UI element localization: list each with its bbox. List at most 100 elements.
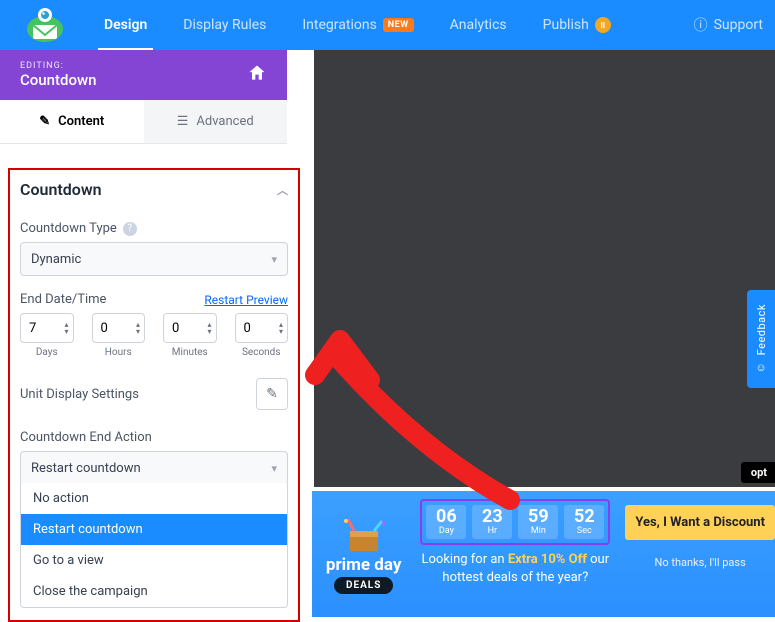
end-date-label: End Date/Time: [20, 292, 106, 307]
stepper-label: Minutes: [172, 347, 208, 358]
end-action-dropdown: No action Restart countdown Go to a view…: [20, 483, 288, 608]
prime-day-text: prime day: [326, 555, 402, 575]
nav-tabs: Design Display Rules Integrations NEW Ana…: [86, 0, 629, 50]
label-text: Countdown Type: [20, 221, 117, 236]
sliders-icon: ☰: [177, 114, 189, 129]
opt-badge: opt: [741, 462, 775, 483]
tab-design[interactable]: Design: [86, 0, 165, 50]
timer-sec: 52Sec: [564, 505, 604, 539]
date-steppers: 7 ▴▾ Days 0 ▴▾ Hours 0 ▴▾ Minutes 0 ▴▾ Secon…: [20, 313, 288, 358]
countdown-timer: 06Day 23Hr 59Min 52Sec: [420, 499, 610, 545]
spinner-arrows-icon[interactable]: ▴▾: [207, 321, 211, 335]
option-restart-countdown[interactable]: Restart countdown: [21, 514, 287, 545]
countdown-type-select[interactable]: Dynamic ▾: [20, 242, 288, 276]
sidetab-label: Content: [58, 114, 104, 129]
tab-label: Display Rules: [183, 17, 266, 33]
timer-label: Min: [518, 526, 558, 536]
promo-line1: Looking for an: [422, 552, 508, 567]
timer-label: Sec: [564, 526, 604, 536]
days-stepper[interactable]: 7 ▴▾ Days: [20, 313, 74, 358]
panel-header[interactable]: Countdown ︿: [20, 180, 288, 207]
side-tabs: ✎ Content ☰ Advanced: [0, 100, 287, 144]
sidetab-advanced[interactable]: ☰ Advanced: [144, 100, 288, 143]
countdown-panel: Countdown ︿ Countdown Type ? Dynamic ▾ E…: [8, 168, 300, 622]
feedback-label: Feedback: [755, 304, 768, 355]
stepper-label: Seconds: [242, 347, 281, 358]
tab-integrations[interactable]: Integrations NEW: [284, 0, 431, 50]
timer-value: 06: [426, 508, 466, 526]
timer-value: 59: [518, 508, 558, 526]
tab-label: Publish: [543, 17, 589, 33]
help-icon[interactable]: ?: [123, 222, 137, 236]
unit-display-label: Unit Display Settings: [20, 387, 139, 402]
chevron-down-icon: ▾: [271, 253, 277, 266]
restart-preview-link[interactable]: Restart Preview: [204, 293, 288, 307]
pause-badge-icon: II: [595, 17, 611, 33]
tab-analytics[interactable]: Analytics: [432, 0, 525, 50]
end-action-label: Countdown End Action: [20, 430, 288, 445]
promo-highlight: Extra 10% Off: [508, 552, 587, 567]
stepper-label: Hours: [105, 347, 132, 358]
stepper-value: 0: [101, 321, 108, 336]
timer-label: Day: [426, 526, 466, 536]
timer-value: 52: [564, 508, 604, 526]
sidetab-label: Advanced: [196, 114, 253, 129]
chat-icon: ☺: [755, 361, 766, 374]
tab-display-rules[interactable]: Display Rules: [165, 0, 284, 50]
promo-bar: prime day DEALS 06Day 23Hr 59Min 52Sec L…: [312, 491, 775, 617]
seconds-stepper[interactable]: 0 ▴▾ Seconds: [235, 313, 289, 358]
select-value: Dynamic: [31, 252, 81, 267]
timer-label: Hr: [472, 526, 512, 536]
feedback-tab[interactable]: Feedback ☺: [747, 290, 775, 388]
deals-pill: DEALS: [334, 577, 393, 594]
end-action-select[interactable]: Restart countdown ▾: [20, 451, 288, 485]
cta-button[interactable]: Yes, I Want a Discount: [625, 505, 775, 540]
timer-hr: 23Hr: [472, 505, 512, 539]
stepper-value: 0: [244, 321, 251, 336]
box-icon: [336, 515, 392, 555]
editing-header: EDITING: Countdown: [0, 50, 287, 100]
stepper-value: 7: [29, 321, 36, 336]
timer-value: 23: [472, 508, 512, 526]
countdown-type-label: Countdown Type ?: [20, 221, 288, 236]
promo-text: Looking for an Extra 10% Off our hottest…: [415, 551, 615, 586]
spinner-arrows-icon[interactable]: ▴▾: [64, 321, 68, 335]
left-column: EDITING: Countdown ✎ Content ☰ Advanced: [0, 50, 287, 144]
option-go-to-view[interactable]: Go to a view: [21, 545, 287, 576]
timer-day: 06Day: [426, 505, 466, 539]
sidetab-content[interactable]: ✎ Content: [0, 100, 144, 143]
support-label: Support: [714, 17, 763, 33]
promo-brand: prime day DEALS: [312, 499, 415, 609]
timer-min: 59Min: [518, 505, 558, 539]
support-link[interactable]: ⓘ Support: [694, 15, 775, 35]
select-value: Restart countdown: [31, 461, 141, 476]
app-logo: [16, 1, 74, 49]
pencil-icon: ✎: [39, 114, 50, 129]
no-thanks-link[interactable]: No thanks, I'll pass: [655, 556, 746, 569]
spinner-arrows-icon[interactable]: ▴▾: [279, 321, 283, 335]
spinner-arrows-icon[interactable]: ▴▾: [136, 321, 140, 335]
panel-title: Countdown: [20, 180, 102, 199]
chevron-up-icon: ︿: [277, 182, 288, 198]
minutes-stepper[interactable]: 0 ▴▾ Minutes: [163, 313, 217, 358]
home-icon[interactable]: [247, 63, 267, 87]
promo-center: 06Day 23Hr 59Min 52Sec Looking for an Ex…: [415, 499, 615, 586]
edit-unit-display-button[interactable]: ✎: [256, 378, 288, 410]
tab-publish[interactable]: Publish II: [525, 0, 629, 50]
promo-actions: Yes, I Want a Discount No thanks, I'll p…: [625, 499, 775, 569]
top-nav: Design Display Rules Integrations NEW Ana…: [0, 0, 775, 50]
help-icon: ⓘ: [694, 15, 708, 35]
tab-label: Integrations: [302, 17, 376, 33]
preview-frame: [314, 50, 775, 487]
chevron-down-icon: ▾: [271, 462, 277, 475]
hours-stepper[interactable]: 0 ▴▾ Hours: [92, 313, 146, 358]
option-close-campaign[interactable]: Close the campaign: [21, 576, 287, 607]
pencil-icon: ✎: [266, 386, 278, 402]
stepper-value: 0: [172, 321, 179, 336]
stepper-label: Days: [36, 347, 58, 358]
option-no-action[interactable]: No action: [21, 483, 287, 514]
tab-label: Design: [104, 17, 147, 33]
tab-label: Analytics: [450, 17, 507, 33]
new-badge: NEW: [383, 18, 414, 32]
editing-label: EDITING:: [20, 61, 96, 71]
